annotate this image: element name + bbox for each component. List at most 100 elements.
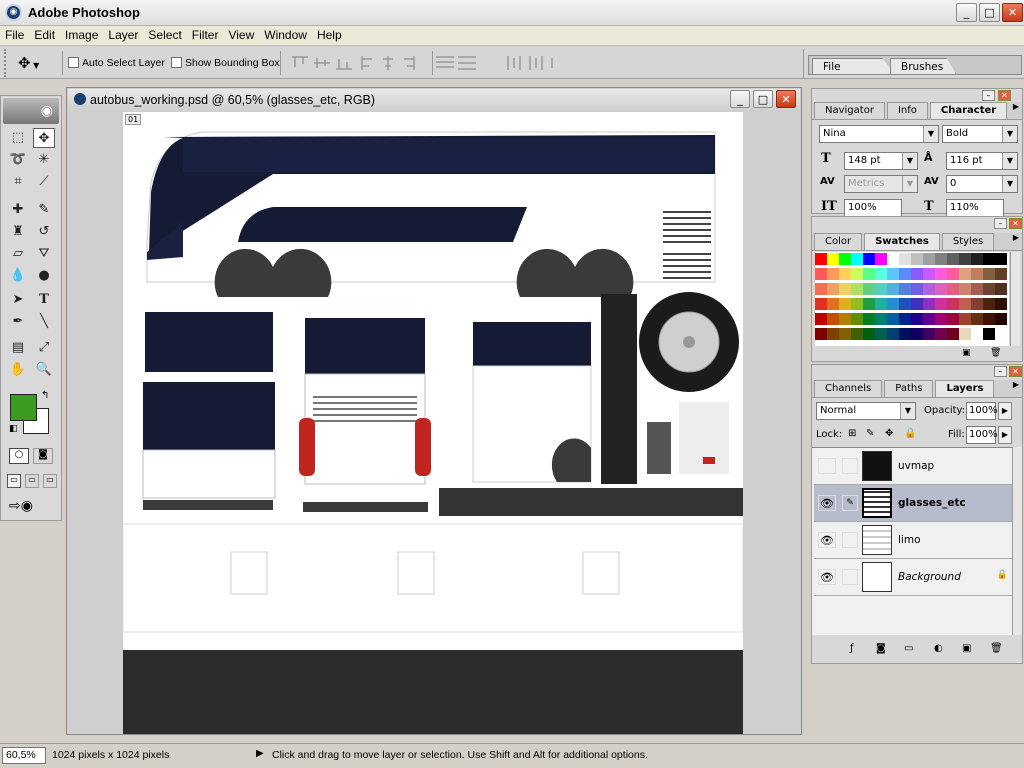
color-swatch[interactable] xyxy=(827,268,839,280)
tab-info[interactable]: Info xyxy=(886,102,928,119)
color-swatch[interactable] xyxy=(947,253,959,265)
color-swatch[interactable] xyxy=(983,313,995,325)
color-swatch[interactable] xyxy=(971,313,983,325)
type-tool-icon[interactable]: T xyxy=(33,290,55,310)
zoom-field[interactable]: 60,5% xyxy=(2,747,46,764)
color-swatch[interactable] xyxy=(935,268,947,280)
color-swatch[interactable] xyxy=(887,268,899,280)
paint-bucket-tool-icon[interactable]: ⛛ xyxy=(33,244,55,264)
color-swatch[interactable] xyxy=(863,328,875,340)
crop-tool-icon[interactable]: ⌗ xyxy=(7,172,29,192)
tab-channels[interactable]: Channels xyxy=(814,380,883,397)
font-family-select[interactable]: Nina ▼ xyxy=(819,125,939,143)
color-swatch[interactable] xyxy=(887,253,899,265)
layer-row-background[interactable]: 👁 Background 🔒 xyxy=(814,559,1014,596)
visibility-toggle-empty[interactable] xyxy=(818,458,836,474)
color-swatch[interactable] xyxy=(971,283,983,295)
color-swatch[interactable] xyxy=(839,313,851,325)
default-colors-icon[interactable]: ◧ xyxy=(9,424,18,434)
leading-field[interactable]: 116 pt ▼ xyxy=(946,152,1018,170)
hand-tool-icon[interactable]: ✋ xyxy=(7,360,29,380)
color-swatch[interactable] xyxy=(959,298,971,310)
show-bounding-box-checkbox[interactable] xyxy=(171,57,182,68)
color-swatch[interactable] xyxy=(971,328,983,340)
doc-maximize-button[interactable]: □ xyxy=(753,90,773,108)
color-swatch[interactable] xyxy=(923,268,935,280)
color-swatch[interactable] xyxy=(875,283,887,295)
lock-image-icon[interactable]: ✎ xyxy=(866,428,874,439)
color-swatch[interactable] xyxy=(935,283,947,295)
color-swatch[interactable] xyxy=(935,298,947,310)
eye-icon[interactable]: 👁 xyxy=(818,569,836,585)
color-swatch[interactable] xyxy=(995,283,1007,295)
layers-scrollbar[interactable] xyxy=(1012,447,1022,635)
color-swatch[interactable] xyxy=(911,328,923,340)
tracking-field[interactable]: 0 ▼ xyxy=(946,175,1018,193)
color-swatch[interactable] xyxy=(899,253,911,265)
color-swatch[interactable] xyxy=(899,268,911,280)
lock-position-icon[interactable]: ✥ xyxy=(885,428,893,439)
trash-icon[interactable]: 🗑 xyxy=(990,643,1003,654)
brush-tool-icon[interactable]: ✎ xyxy=(33,200,55,220)
tab-layers[interactable]: Layers xyxy=(935,380,995,397)
color-swatch[interactable] xyxy=(911,283,923,295)
menu-view[interactable]: View xyxy=(223,26,259,42)
show-bounding-box-option[interactable]: Show Bounding Box xyxy=(171,56,280,69)
vertical-scale-field[interactable]: 100% xyxy=(844,199,902,217)
color-swatch[interactable] xyxy=(815,313,827,325)
color-swatch[interactable] xyxy=(935,253,947,265)
color-swatch[interactable] xyxy=(851,298,863,310)
brush-icon[interactable]: ✎ xyxy=(842,495,858,511)
color-swatch[interactable] xyxy=(983,298,995,310)
document-size[interactable]: 1024 pixels x 1024 pixels xyxy=(52,749,250,764)
color-swatch[interactable] xyxy=(839,268,851,280)
lock-transparency-icon[interactable]: ⊞ xyxy=(848,428,856,439)
color-swatch[interactable] xyxy=(863,268,875,280)
jump-to-imageready-icon[interactable]: ⇨◉ xyxy=(9,498,53,516)
new-group-icon[interactable]: ▭ xyxy=(904,643,913,654)
menu-select[interactable]: Select xyxy=(143,26,186,42)
color-swatch[interactable] xyxy=(983,253,995,265)
layer-row-glasses-etc[interactable]: 👁 ✎ glasses_etc xyxy=(814,485,1014,522)
lasso-tool-icon[interactable]: ➰ xyxy=(7,150,29,170)
gripper[interactable] xyxy=(4,49,10,77)
line-tool-icon[interactable]: ╲ xyxy=(33,312,55,332)
kerning-field[interactable]: Metrics ▼ xyxy=(844,175,918,193)
fill-slider-arrow-icon[interactable]: ▶ xyxy=(998,426,1012,444)
color-swatch[interactable] xyxy=(863,283,875,295)
clone-stamp-tool-icon[interactable]: ♜ xyxy=(7,222,29,242)
color-swatch[interactable] xyxy=(959,328,971,340)
notes-tool-icon[interactable]: ▤ xyxy=(7,338,29,358)
color-swatch[interactable] xyxy=(947,283,959,295)
color-swatch[interactable] xyxy=(971,298,983,310)
layer-row-limo[interactable]: 👁 limo xyxy=(814,522,1014,559)
layer-link-cell[interactable] xyxy=(842,532,858,548)
panel-menu-arrow-icon[interactable]: ▶ xyxy=(1013,102,1019,111)
color-swatch[interactable] xyxy=(815,268,827,280)
color-swatch[interactable] xyxy=(815,328,827,340)
swatch-grid[interactable] xyxy=(815,252,1009,346)
tab-brushes[interactable]: Brushes xyxy=(890,58,956,74)
color-swatch[interactable] xyxy=(887,298,899,310)
font-size-field[interactable]: 148 pt ▼ xyxy=(844,152,918,170)
color-swatch[interactable] xyxy=(959,268,971,280)
color-swatch[interactable] xyxy=(995,313,1007,325)
slice-tool-icon[interactable]: ⟋ xyxy=(33,172,55,192)
color-swatch[interactable] xyxy=(827,253,839,265)
panel-minimize-button[interactable]: – xyxy=(994,218,1007,229)
history-brush-tool-icon[interactable]: ↺ xyxy=(33,222,55,242)
color-swatch[interactable] xyxy=(923,328,935,340)
color-swatch[interactable] xyxy=(899,313,911,325)
standard-mode-icon[interactable]: ○ xyxy=(9,448,29,464)
move-tool-icon[interactable]: ✥ xyxy=(33,128,55,148)
eye-icon[interactable]: 👁 xyxy=(818,532,836,548)
eye-icon[interactable]: 👁 xyxy=(818,495,836,511)
color-swatch[interactable] xyxy=(851,283,863,295)
color-swatch[interactable] xyxy=(851,328,863,340)
auto-select-layer-checkbox[interactable] xyxy=(68,57,79,68)
layer-mask-icon[interactable]: ◙ xyxy=(876,643,886,654)
panel-close-button[interactable]: ✕ xyxy=(1009,218,1022,229)
color-swatch[interactable] xyxy=(959,313,971,325)
color-swatch[interactable] xyxy=(839,253,851,265)
new-swatch-icon[interactable]: ▣ xyxy=(962,348,971,358)
